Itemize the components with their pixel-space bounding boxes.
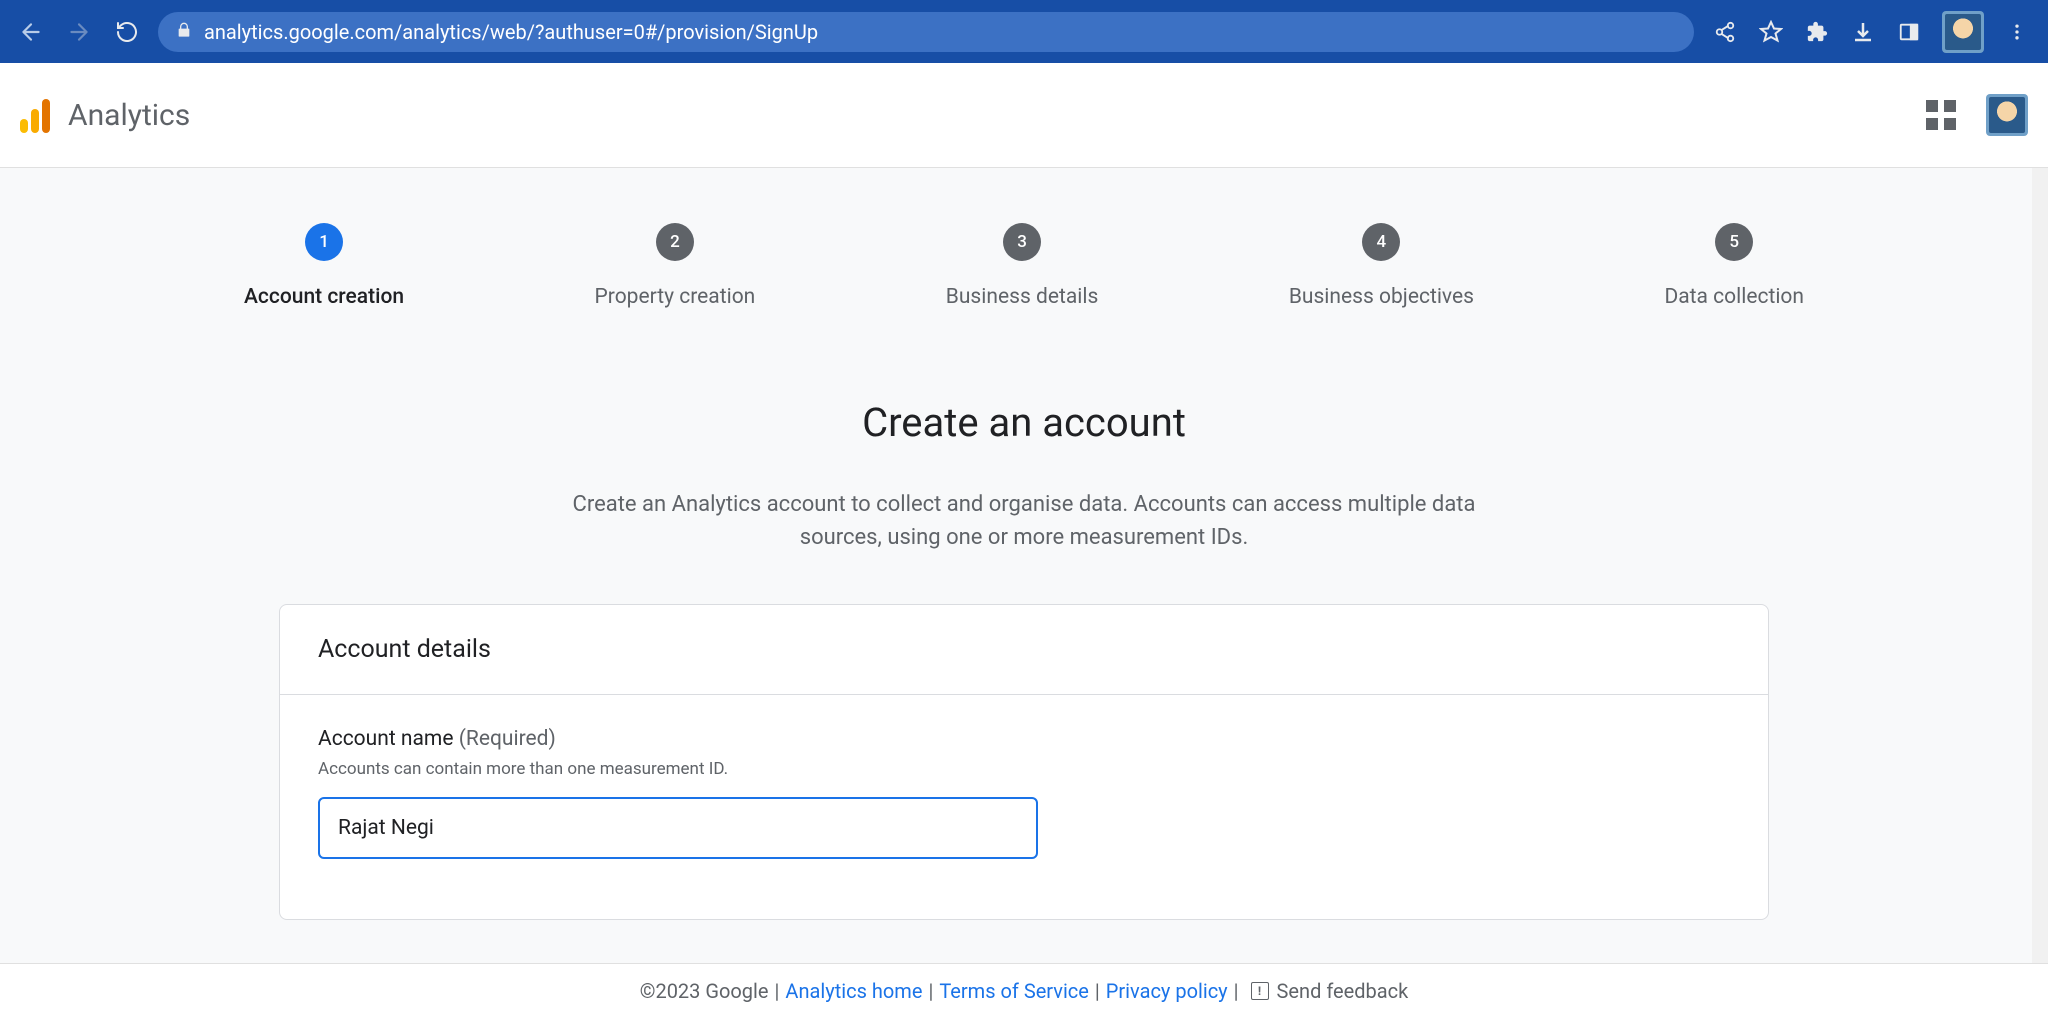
step-label: Business objectives (1289, 285, 1474, 309)
app-title: Analytics (68, 98, 190, 133)
step-number: 4 (1362, 223, 1400, 261)
step-label: Business details (946, 285, 1099, 309)
account-name-hint: Accounts can contain more than one measu… (318, 759, 1730, 779)
forward-button[interactable] (66, 19, 92, 45)
step-2[interactable]: 2 Property creation (595, 223, 756, 309)
step-number: 5 (1715, 223, 1753, 261)
step-5[interactable]: 5 Data collection (1664, 223, 1804, 309)
account-name-label: Account name (Required) (318, 727, 1730, 751)
copyright-text: ©2023 Google (640, 979, 769, 1003)
address-bar[interactable]: analytics.google.com/analytics/web/?auth… (158, 12, 1694, 52)
account-name-input[interactable] (318, 797, 1038, 859)
lock-icon (176, 21, 192, 43)
browser-actions (1712, 11, 2030, 53)
browser-nav-controls (18, 19, 140, 45)
card-title: Account details (280, 605, 1768, 695)
account-details-card: Account details Account name (Required) … (279, 604, 1769, 920)
download-icon[interactable] (1850, 19, 1876, 45)
star-icon[interactable] (1758, 19, 1784, 45)
menu-icon[interactable] (2004, 19, 2030, 45)
step-3[interactable]: 3 Business details (946, 223, 1099, 309)
label-text: Account name (318, 727, 454, 751)
feedback-text: Send feedback (1277, 979, 1409, 1003)
step-label: Property creation (595, 285, 756, 309)
separator: | (775, 979, 780, 1003)
step-1[interactable]: 1 Account creation (244, 223, 404, 309)
separator: | (1095, 979, 1100, 1003)
page-footer: ©2023 Google | Analytics home | Terms of… (0, 963, 2048, 1018)
app-header: Analytics (0, 63, 2048, 167)
share-icon[interactable] (1712, 19, 1738, 45)
main-content: 1 Account creation 2 Property creation 3… (0, 167, 2048, 1018)
account-avatar[interactable] (1986, 94, 2028, 136)
step-number: 1 (305, 223, 343, 261)
step-number: 3 (1003, 223, 1041, 261)
separator: | (928, 979, 933, 1003)
send-feedback-button[interactable]: ! Send feedback (1251, 979, 1409, 1003)
analytics-logo-icon (20, 97, 50, 133)
back-button[interactable] (18, 19, 44, 45)
separator: | (1234, 979, 1239, 1003)
profile-avatar[interactable] (1942, 11, 1984, 53)
signup-stepper: 1 Account creation 2 Property creation 3… (244, 168, 1804, 309)
step-label: Data collection (1664, 285, 1804, 309)
privacy-link[interactable]: Privacy policy (1106, 979, 1228, 1003)
url-text: analytics.google.com/analytics/web/?auth… (204, 20, 818, 44)
browser-toolbar: analytics.google.com/analytics/web/?auth… (0, 0, 2048, 63)
required-text: (Required) (454, 727, 556, 751)
step-4[interactable]: 4 Business objectives (1289, 223, 1474, 309)
page-description: Create an Analytics account to collect a… (534, 488, 1514, 554)
apps-grid-icon[interactable] (1926, 100, 1956, 130)
analytics-home-link[interactable]: Analytics home (785, 979, 922, 1003)
step-number: 2 (656, 223, 694, 261)
page-title: Create an account (0, 399, 2048, 446)
feedback-icon: ! (1251, 982, 1269, 1000)
reload-button[interactable] (114, 19, 140, 45)
vertical-scrollbar[interactable] (2032, 168, 2048, 1018)
header-actions (1926, 94, 2028, 136)
extensions-icon[interactable] (1804, 19, 1830, 45)
terms-link[interactable]: Terms of Service (939, 979, 1089, 1003)
panel-icon[interactable] (1896, 19, 1922, 45)
logo-area[interactable]: Analytics (20, 97, 190, 133)
card-body: Account name (Required) Accounts can con… (280, 695, 1768, 919)
step-label: Account creation (244, 285, 404, 309)
